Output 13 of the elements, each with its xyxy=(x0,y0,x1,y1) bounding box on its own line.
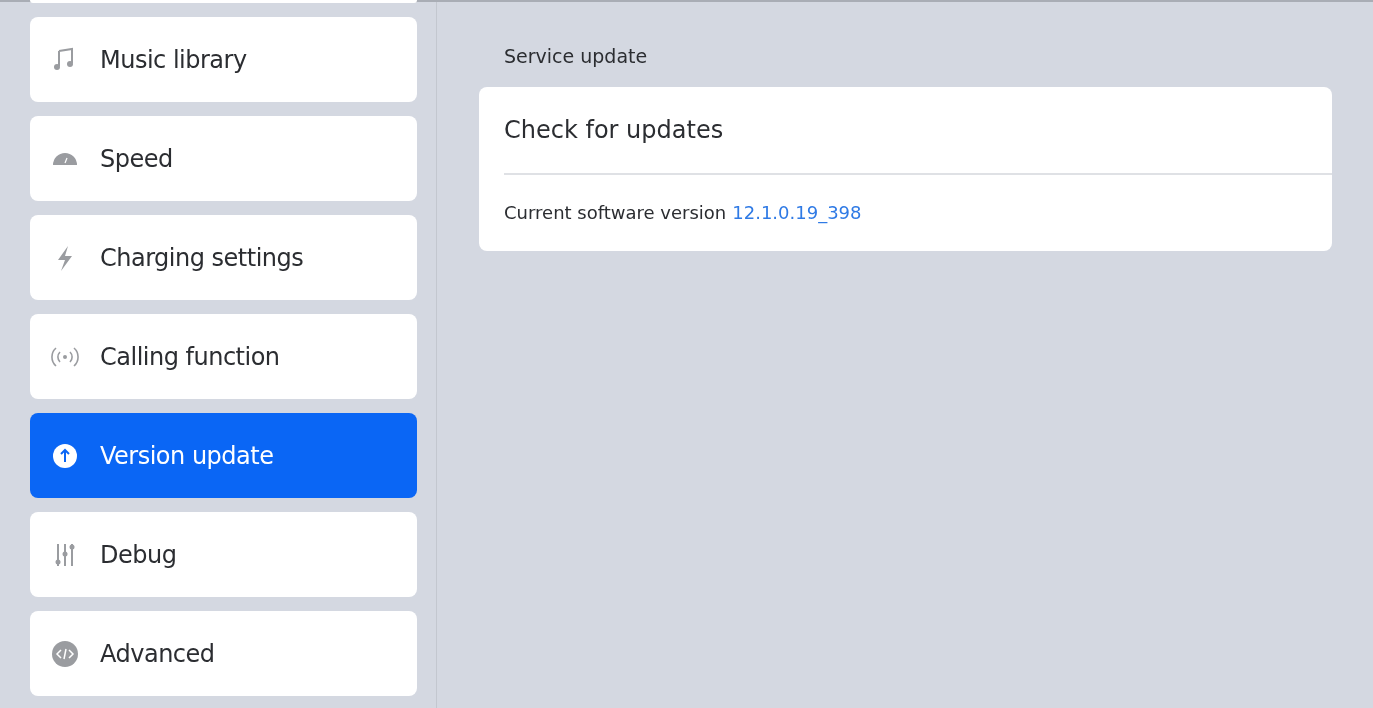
check-updates-button[interactable]: Check for updates xyxy=(479,86,1332,173)
sidebar-item[interactable]: Music library xyxy=(30,17,417,102)
speedometer-icon xyxy=(50,152,80,165)
version-label: Current software version xyxy=(504,201,727,225)
version-number: 12.1.0.19_398 xyxy=(732,201,862,226)
sidebar-item[interactable]: Debug xyxy=(30,512,417,597)
sidebar-item[interactable]: Calling function xyxy=(30,314,417,399)
section-title: Service update xyxy=(504,44,649,69)
code-icon xyxy=(50,638,80,669)
sidebar-item[interactable]: Speed xyxy=(30,116,417,201)
sidebar-item[interactable]: Advanced xyxy=(30,611,417,696)
sidebar-item[interactable]: Version update xyxy=(30,413,417,498)
sidebar-item[interactable]: Charging settings xyxy=(30,215,417,300)
